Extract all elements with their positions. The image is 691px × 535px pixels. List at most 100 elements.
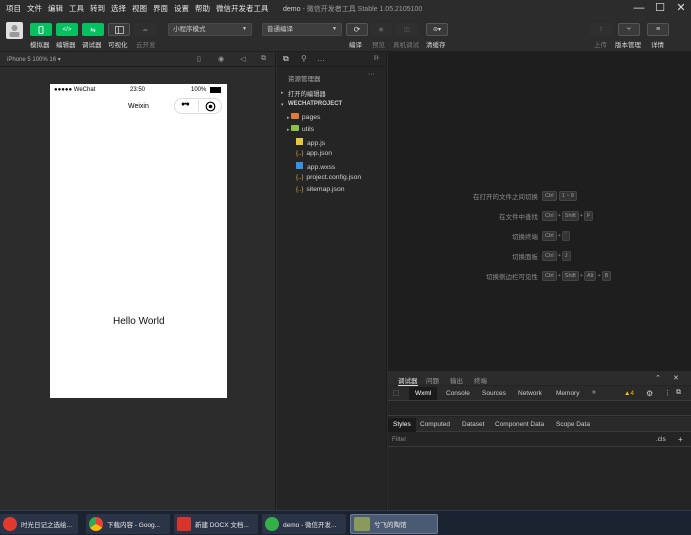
taskbar-item[interactable]: 新建 DOCX 文档... [174,514,258,534]
tree-folder-pages[interactable]: ▸ pages [287,113,320,121]
more-icon[interactable]: … [317,54,325,63]
tree-file-app-js[interactable]: app.js [296,138,325,147]
warning-badge[interactable]: ▲4 [624,390,634,397]
more-icon[interactable]: ●•● [181,101,190,108]
gear-icon[interactable]: ⚙ [646,389,653,398]
tab-component-data[interactable]: Component Data [495,421,544,428]
simulator-label: 模拟器 [30,42,50,49]
tab-debugger[interactable]: 调试器 [398,375,418,386]
menu-item-devtools[interactable]: 微信开发者工具 [216,3,269,14]
open-editors-section[interactable]: 打开的编辑器 [288,89,326,98]
taskbar-item[interactable]: demo - 微信开发... [262,514,346,534]
key-ctrl: Ctrl [542,271,557,281]
hint-keys: Ctrl + ` [541,231,571,241]
tree-folder-utils[interactable]: ▸ utils [287,125,314,133]
tab-computed[interactable]: Computed [420,421,450,428]
tab-scope-data[interactable]: Scope Data [556,421,590,428]
taskbar-item-active[interactable]: 兮飞的陶馆 [350,514,438,534]
maximize-button[interactable]: ☐ [652,1,668,15]
upload-icon: ⇧ [598,27,604,33]
phone-icon [38,25,44,34]
more-icon[interactable]: ··· [368,71,375,78]
tree-label: project.config.json [306,174,362,181]
details-button[interactable]: ≡ [647,23,669,36]
avatar[interactable] [6,22,23,39]
cls-toggle[interactable]: .cls [656,436,666,443]
tree-file-app-json[interactable]: {..} app.json [296,150,332,157]
menu-item-edit[interactable]: 编辑 [48,3,63,14]
tab-dataset[interactable]: Dataset [462,421,484,428]
menu-item-select[interactable]: 选择 [111,3,126,14]
search-icon[interactable]: ⚲ [301,54,307,63]
version-button[interactable]: ⑂ [618,23,640,36]
hint-label: 切换终端 [512,234,538,241]
tab-problems[interactable]: 问题 [426,375,439,385]
tab-output[interactable]: 输出 [450,375,463,385]
json-file-icon: {..} [296,187,304,193]
taskbar-item[interactable]: 下载内容 - Goog... [86,514,170,534]
close-icon[interactable]: ✕ [673,374,679,382]
tab-console[interactable]: Console [446,390,470,397]
chevron-up-icon[interactable]: ⌃ [655,374,661,382]
menu-item-view[interactable]: 视图 [132,3,147,14]
tab-wxml[interactable]: Wxml [409,387,438,400]
key-f: F [584,211,594,221]
menu-item-help[interactable]: 帮助 [195,3,210,14]
devtools-tabbar: 调试器 问题 输出 终端 ⌃ ✕ [388,370,691,386]
key-j: J [561,251,571,261]
close-window-button[interactable]: ✕ [673,1,689,15]
taskbar-item[interactable]: 时光日记之选绘... [0,514,78,534]
tab-terminal[interactable]: 终端 [474,375,487,385]
tab-network[interactable]: Network [518,390,542,397]
compile-button[interactable]: ⟳ [346,23,368,36]
split-icon[interactable]: ⊪ [374,54,380,62]
detach-icon[interactable]: ⧉ [261,55,266,63]
tab-styles[interactable]: Styles [388,418,416,432]
editor-area: 在打开的文件之间切换 Ctrl 1 ~ 8 在文件中查找 Ctrl + Shift + F… [388,52,691,370]
real-debug-button[interactable]: ◫ [396,23,418,36]
tab-sources[interactable]: Sources [482,390,506,397]
device-select[interactable]: iPhone 5 100% 16 ▾ [7,56,61,63]
preview-button[interactable]: ◉ [370,23,392,36]
close-target-icon[interactable] [205,101,216,112]
menu-item-settings[interactable]: 设置 [174,3,189,14]
phone-icon[interactable]: ▯ [197,55,201,63]
menu-item-project[interactable]: 项目 [6,3,21,14]
dock-icon[interactable]: ⧉ [676,389,681,397]
record-icon[interactable]: ◉ [218,55,224,63]
editor-toggle[interactable]: </> [56,23,78,36]
visual-label: 可视化 [108,42,128,49]
minimize-button[interactable]: — [631,1,647,15]
inspect-icon[interactable]: ⬚ [393,389,400,397]
project-section[interactable]: WECHATPROJECT [288,101,342,107]
upload-button[interactable]: ⇧ [590,23,612,36]
tree-file-app-wxss[interactable]: app.wxss [296,162,335,171]
files-icon[interactable]: ⧉ [283,54,289,64]
kebab-icon[interactable]: ⋮ [664,389,671,397]
hint-keys: Ctrl + J [541,251,572,261]
sound-icon[interactable]: ◁ [240,55,245,63]
mode-select[interactable]: 小程序模式 ▼ [168,23,252,36]
visual-toggle[interactable] [108,23,130,36]
tree-file-project-config[interactable]: {..} project.config.json [296,174,361,181]
css-file-icon [296,162,303,169]
debugger-toggle[interactable]: ⇆ [82,23,104,36]
tree-file-sitemap[interactable]: {..} sitemap.json [296,186,345,193]
menu-item-goto[interactable]: 转到 [90,3,105,14]
compile-select[interactable]: 普通编译 ▼ [262,23,342,36]
tab-memory[interactable]: Memory [556,390,579,397]
more-tabs-button[interactable]: » [592,389,596,396]
chevron-right-icon: ▸ [281,90,284,96]
capsule-button[interactable]: ●•● [174,98,222,114]
add-rule-button[interactable]: + [678,435,683,444]
menu-item-file[interactable]: 文件 [27,3,42,14]
menu-item-tools[interactable]: 工具 [69,3,84,14]
simulator-toggle[interactable] [30,23,52,36]
filter-input[interactable]: Filter [392,436,406,443]
menu-item-interface[interactable]: 界面 [153,3,168,14]
cloud-toggle[interactable]: ☁ [134,23,156,36]
clear-cache-button[interactable]: ⊜▾ [426,23,448,36]
taskbar-label: 下载内容 - Goog... [107,522,161,529]
chevron-down-icon: ▼ [242,26,247,32]
user-icon [9,25,20,37]
